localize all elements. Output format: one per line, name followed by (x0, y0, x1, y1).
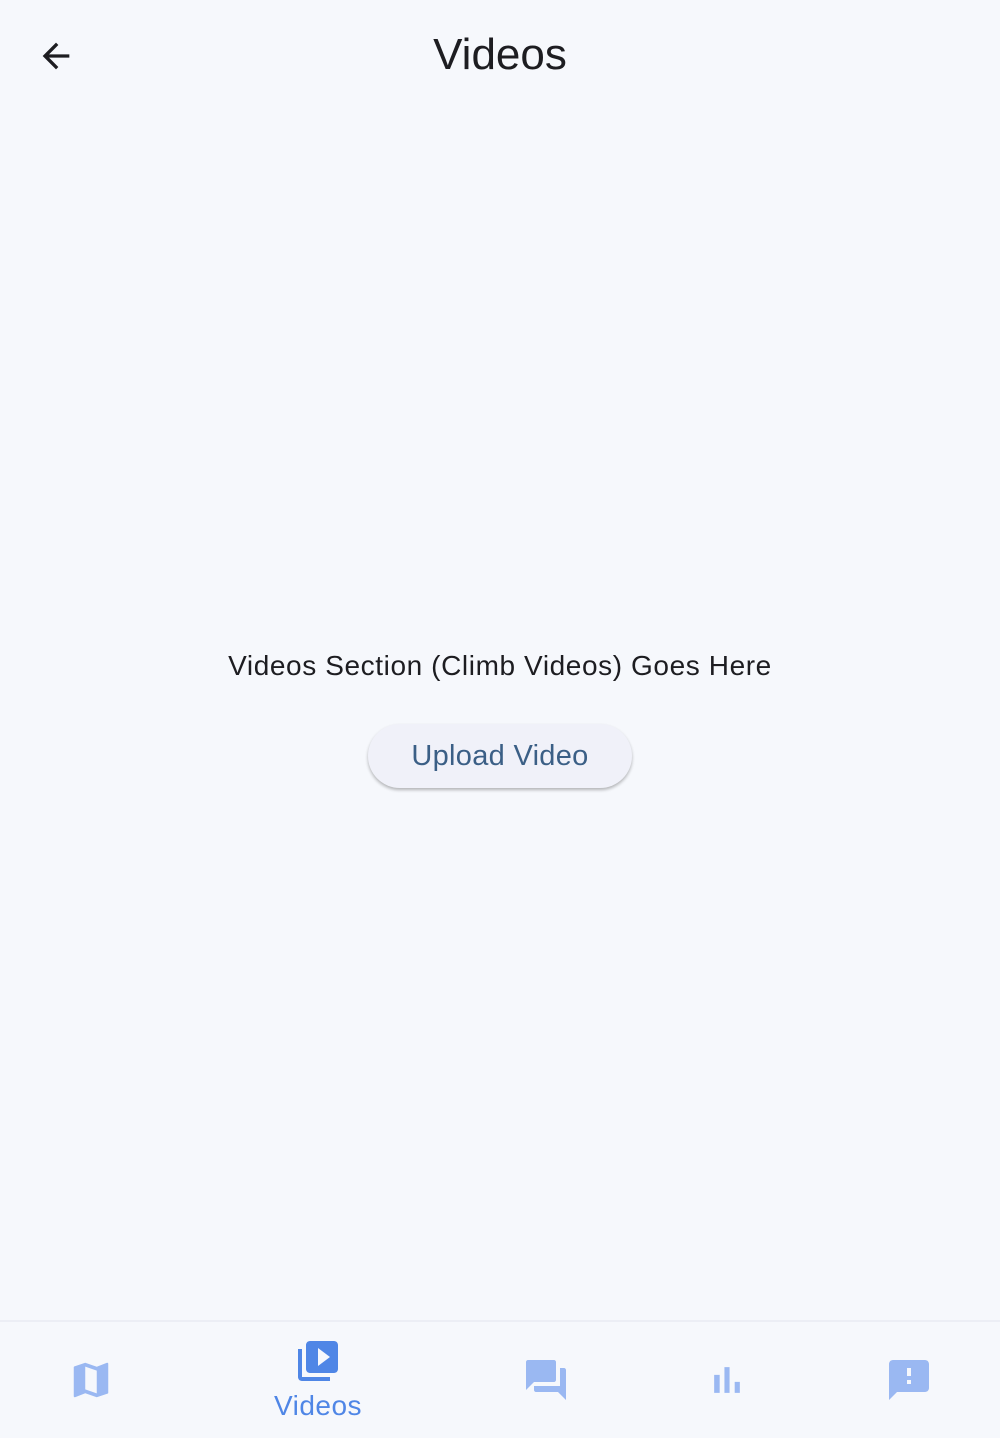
nav-item-forum[interactable] (486, 1322, 606, 1438)
videos-section: Videos Section (Climb Videos) Goes Here … (0, 640, 1000, 788)
nav-item-feedback[interactable] (850, 1322, 968, 1438)
map-icon (68, 1357, 114, 1403)
nav-label-videos: Videos (273, 1390, 363, 1421)
videos-screen: Videos Videos Section (Climb Videos) Goe… (0, 0, 1000, 1438)
nav-item-stats[interactable] (668, 1322, 786, 1438)
forum-icon (522, 1356, 570, 1404)
nav-item-map[interactable] (32, 1322, 150, 1438)
video-library-icon (294, 1337, 342, 1385)
bottom-navigation: Videos (0, 1320, 1000, 1438)
feedback-icon (885, 1356, 933, 1404)
page-title: Videos (433, 30, 567, 79)
bar-chart-icon (705, 1358, 749, 1402)
placeholder-text: Videos Section (Climb Videos) Goes Here (228, 650, 772, 681)
upload-video-button[interactable]: Upload Video (368, 724, 632, 788)
nav-item-videos[interactable]: Videos (258, 1322, 378, 1438)
app-bar: Videos (0, 0, 1000, 112)
